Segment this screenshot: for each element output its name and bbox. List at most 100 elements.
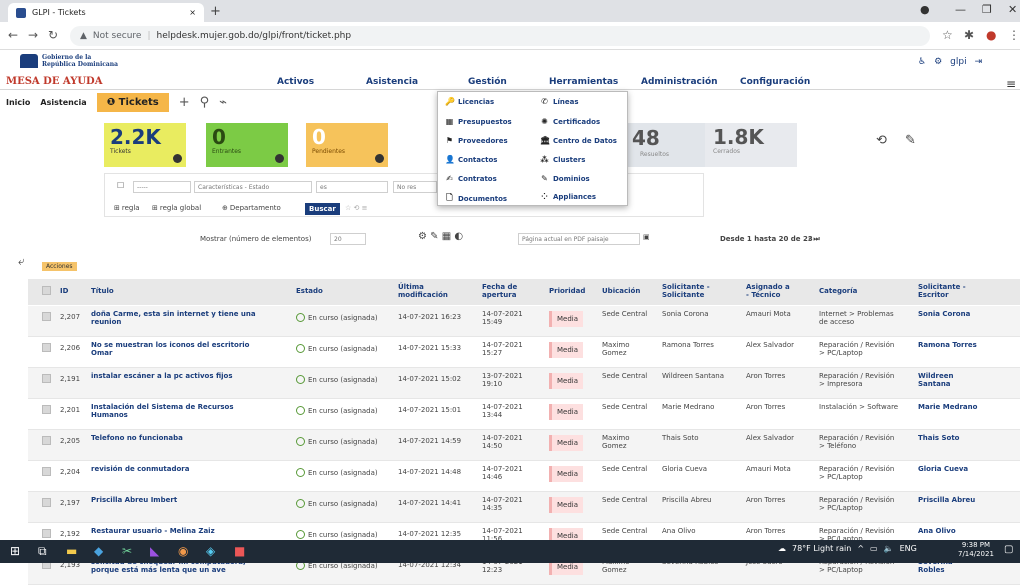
assigned-tech[interactable]: Aron Torres (746, 372, 785, 380)
col-categoria[interactable]: Categoría (819, 287, 857, 295)
col-solicitante[interactable]: Solicitante - Solicitante (662, 283, 718, 299)
writer-line1[interactable]: Gloria Cueva (918, 465, 968, 473)
requester[interactable]: Wildreen Santana (662, 372, 724, 380)
checkbox-icon[interactable]: ☐ (117, 181, 124, 190)
criteria-field-select[interactable]: Características - Estado (194, 181, 312, 193)
close-tab-icon[interactable]: × (189, 8, 196, 17)
writer-line1[interactable]: Ana Olivo (918, 527, 956, 535)
government-logo[interactable]: Gobierno de la República Dominicana (20, 54, 118, 68)
requester[interactable]: Ramona Torres (662, 341, 714, 349)
writer-line1[interactable]: Sonia Corona (918, 310, 970, 318)
actions-button[interactable]: Acciones (42, 262, 77, 271)
ticket-title-link[interactable]: doña Carme, esta sin internet y tiene un… (91, 310, 286, 326)
notifications-icon[interactable]: ▢ (1004, 544, 1013, 555)
assigned-tech[interactable]: Amauri Mota (746, 310, 791, 318)
new-tab-button[interactable]: + (210, 4, 221, 19)
criteria-value-select[interactable]: No res (393, 181, 437, 193)
menu-documentos[interactable]: 🗋 Documentos (445, 192, 507, 206)
ticket-title-link[interactable]: Telefono no funcionaba (91, 434, 286, 442)
card-cerrados[interactable]: 1.8K Cerrados (705, 123, 797, 167)
menu-appliances[interactable]: ⁘ Appliances (540, 192, 596, 201)
app-icon-3[interactable]: ■ (234, 544, 245, 558)
row-checkbox[interactable] (42, 374, 51, 383)
row-checkbox[interactable] (42, 343, 51, 352)
requester[interactable]: Priscilla Abreu (662, 496, 711, 504)
ticket-title-link[interactable]: No se muestran los iconos del escritorio… (91, 341, 286, 357)
col-id[interactable]: ID (60, 287, 68, 295)
ticket-title-link[interactable]: Instalación del Sistema de Recursos Human… (91, 403, 286, 419)
visual-studio-icon[interactable]: ◣ (150, 544, 159, 558)
profile-dot-icon[interactable]: ● (920, 3, 930, 16)
accessibility-icon[interactable]: ♿ (918, 57, 926, 67)
requester[interactable]: Gloria Cueva (662, 465, 707, 473)
col-prioridad[interactable]: Prioridad (549, 287, 585, 295)
forward-icon[interactable]: → (28, 28, 38, 42)
ticket-title-link[interactable]: Restaurar usuario - Melina Zaiz (91, 527, 286, 535)
row-checkbox[interactable] (42, 436, 51, 445)
assigned-tech[interactable]: Amauri Mota (746, 465, 791, 473)
col-estado[interactable]: Estado (296, 287, 323, 295)
back-icon[interactable]: ← (8, 28, 18, 42)
browser-menu-icon[interactable]: ⋮ (1008, 28, 1020, 42)
export-icons[interactable]: ⚙ ✎ ▦ ◐ (418, 231, 463, 242)
task-view-icon[interactable]: ⧉ (38, 544, 47, 559)
assigned-tech[interactable]: Aron Torres (746, 403, 785, 411)
language-indicator[interactable]: ENG (900, 544, 917, 553)
writer-line1[interactable]: Wildreen (918, 372, 953, 380)
extensions-icon[interactable]: ✱ (964, 28, 974, 42)
address-bar[interactable]: ▲ Not secure | helpdesk.mujer.gob.do/glp… (70, 26, 930, 46)
card-pendientes[interactable]: 0 Pendientes (306, 123, 388, 167)
export-format-select[interactable]: Página actual en PDF paisaje (518, 233, 640, 245)
row-checkbox[interactable] (42, 405, 51, 414)
writer-line2[interactable]: Santana (918, 380, 951, 388)
card-tickets[interactable]: 2.2K Tickets (104, 123, 186, 167)
assigned-tech[interactable]: Aron Torres (746, 496, 785, 504)
menu-licencias[interactable]: 🔑 Licencias (445, 97, 494, 106)
crumb-asistencia[interactable]: Asistencia (40, 98, 86, 107)
save-search-star-icon[interactable]: ☆ ⟲ ≡ (345, 204, 367, 212)
clock[interactable]: 9:38 PM 7/14/2021 (958, 541, 994, 559)
crumb-tickets[interactable]: ❶ Tickets (96, 92, 169, 112)
col-ubicacion[interactable]: Ubicación (602, 287, 640, 295)
menu-proveedores[interactable]: ⚑ Proveedores (445, 136, 508, 145)
card-entrantes[interactable]: 0 Entrantes (206, 123, 288, 167)
row-checkbox[interactable] (42, 467, 51, 476)
ticket-title-link[interactable]: Priscilla Abreu Imbert (91, 496, 286, 504)
col-ultima-modificacion[interactable]: Última modificación (398, 283, 466, 299)
search-button[interactable]: Buscar (305, 203, 340, 215)
star-icon[interactable]: ☆ (942, 28, 953, 42)
menu-administracion[interactable]: Administración (641, 77, 718, 87)
menu-herramientas[interactable]: Herramientas (549, 77, 618, 87)
edit-icon[interactable]: ✎ (905, 133, 916, 148)
manage-icon[interactable]: ⌁ (219, 95, 227, 110)
add-department-button[interactable]: ⊕ Departamento (222, 204, 281, 212)
requester[interactable]: Ana Olivo (662, 527, 696, 535)
writer-line1[interactable]: Ramona Torres (918, 341, 977, 349)
crumb-inicio[interactable]: Inicio (6, 98, 30, 107)
account-icon[interactable]: ● (986, 28, 996, 42)
ticket-title-link[interactable]: instalar escáner a la pc activos fijos (91, 372, 286, 380)
select-all-checkbox[interactable] (42, 286, 51, 295)
menu-gestion[interactable]: Gestión (468, 77, 507, 87)
col-titulo[interactable]: Título (91, 287, 114, 295)
volume-icon[interactable]: 🔈 (884, 544, 894, 553)
menu-centro-datos[interactable]: 🏛 Centro de Datos (540, 136, 617, 145)
network-icon[interactable]: ▭ (870, 544, 878, 553)
assigned-tech[interactable]: Aron Torres (746, 527, 785, 535)
writer-line1[interactable]: Marie Medrano (918, 403, 977, 411)
assigned-tech[interactable]: Alex Salvador (746, 434, 794, 442)
writer-line1[interactable]: Priscilla Abreu (918, 496, 975, 504)
menu-contactos[interactable]: 👤 Contactos (445, 155, 497, 164)
row-checkbox[interactable] (42, 498, 51, 507)
row-checkbox[interactable] (42, 312, 51, 321)
close-window-icon[interactable]: ✕ (1008, 3, 1017, 16)
menu-lineas[interactable]: ✆ Líneas (540, 97, 578, 106)
username[interactable]: glpi (950, 57, 966, 67)
menu-asistencia[interactable]: Asistencia (366, 77, 418, 87)
menu-contratos[interactable]: ✍ Contratos (445, 174, 497, 183)
browser-tab[interactable]: GLPI - Tickets × (8, 3, 204, 22)
col-fecha-apertura[interactable]: Fecha de apertura (482, 283, 526, 299)
settings-gear-icon[interactable]: ⚙ (934, 57, 942, 67)
logout-icon[interactable]: ⇥ (975, 57, 983, 67)
writer-line1[interactable]: Thais Soto (918, 434, 960, 442)
